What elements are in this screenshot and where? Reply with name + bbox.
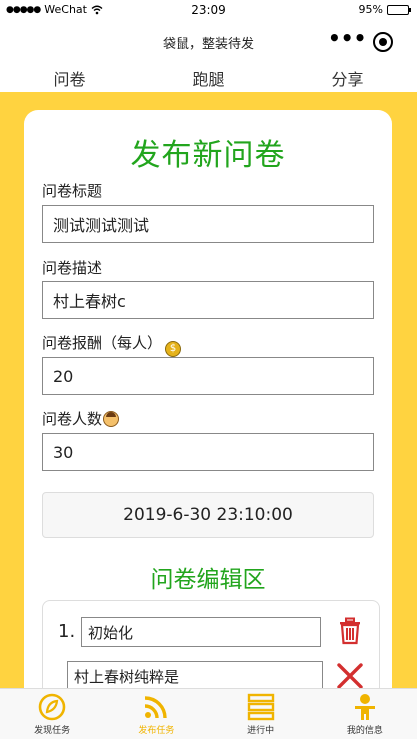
- tab-label: 我的信息: [346, 726, 383, 736]
- delete-option-icon[interactable]: [335, 661, 365, 688]
- tab-errand[interactable]: 跑腿: [139, 62, 278, 92]
- tab-discover-tasks[interactable]: 发现任务: [0, 689, 104, 739]
- tab-in-progress[interactable]: 进行中: [209, 689, 313, 739]
- close-miniprogram-button[interactable]: [373, 32, 393, 52]
- battery-icon: [387, 4, 411, 15]
- discover-icon: [38, 693, 66, 721]
- tab-label: 进行中: [247, 726, 275, 736]
- top-tabs: 问卷 跑腿 分享: [0, 62, 417, 94]
- reward-field-label: 问卷报酬（每人）: [42, 334, 163, 352]
- tab-questionnaire[interactable]: 问卷: [0, 62, 139, 94]
- more-options-button[interactable]: •••: [328, 28, 366, 52]
- status-bar: ●●●●● WeChat 23:09 95%: [0, 0, 417, 22]
- tab-publish-tasks[interactable]: 发布任务: [104, 689, 208, 739]
- money-bag-icon: $: [165, 341, 182, 357]
- person-face-icon: [103, 411, 120, 427]
- description-input[interactable]: [42, 281, 374, 319]
- title-input[interactable]: [42, 205, 374, 243]
- count-field-label-row: 问卷人数: [42, 408, 120, 429]
- publish-form-card: 发布新问卷 问卷标题 问卷描述 问卷报酬（每人）$ 问卷人数 2019-6-30…: [24, 110, 392, 688]
- question-number: 1.: [58, 621, 76, 642]
- tab-label: 分享: [331, 70, 364, 89]
- tab-my-info[interactable]: 我的信息: [313, 689, 417, 739]
- delete-question-icon[interactable]: [337, 617, 363, 645]
- battery-percent: 95%: [358, 3, 383, 16]
- status-right: 95%: [358, 3, 411, 16]
- option-input[interactable]: [67, 661, 323, 688]
- tab-share[interactable]: 分享: [278, 62, 417, 92]
- reward-input[interactable]: [42, 357, 374, 395]
- nav-bar: 袋鼠，整装待发 •••: [0, 22, 417, 62]
- description-field-label: 问卷描述: [42, 259, 103, 277]
- question-card: 1.: [42, 600, 380, 688]
- list-icon: [247, 693, 274, 721]
- status-time: 23:09: [191, 3, 226, 17]
- deadline-picker[interactable]: 2019-6-30 23:10:00: [42, 492, 374, 538]
- title-field-label: 问卷标题: [42, 182, 103, 200]
- tab-label: 发现任务: [34, 726, 71, 736]
- rss-icon: [145, 696, 168, 719]
- count-input[interactable]: [42, 433, 374, 471]
- count-field-label: 问卷人数: [42, 410, 103, 428]
- tab-label: 跑腿: [192, 70, 225, 89]
- question-input[interactable]: [81, 617, 321, 647]
- form-title: 发布新问卷: [130, 138, 286, 173]
- editor-title: 问卷编辑区: [150, 567, 266, 593]
- tab-label: 发布任务: [138, 726, 175, 736]
- reward-field-label-row: 问卷报酬（每人） $: [42, 332, 182, 357]
- tab-label: 问卷: [53, 66, 86, 94]
- person-icon: [354, 694, 375, 720]
- bottom-tab-bar: 发现任务 发布任务 进行中 我的信息: [0, 688, 417, 739]
- main-content: 发布新问卷 问卷标题 问卷描述 问卷报酬（每人）$ 问卷人数 2019-6-30…: [0, 92, 417, 688]
